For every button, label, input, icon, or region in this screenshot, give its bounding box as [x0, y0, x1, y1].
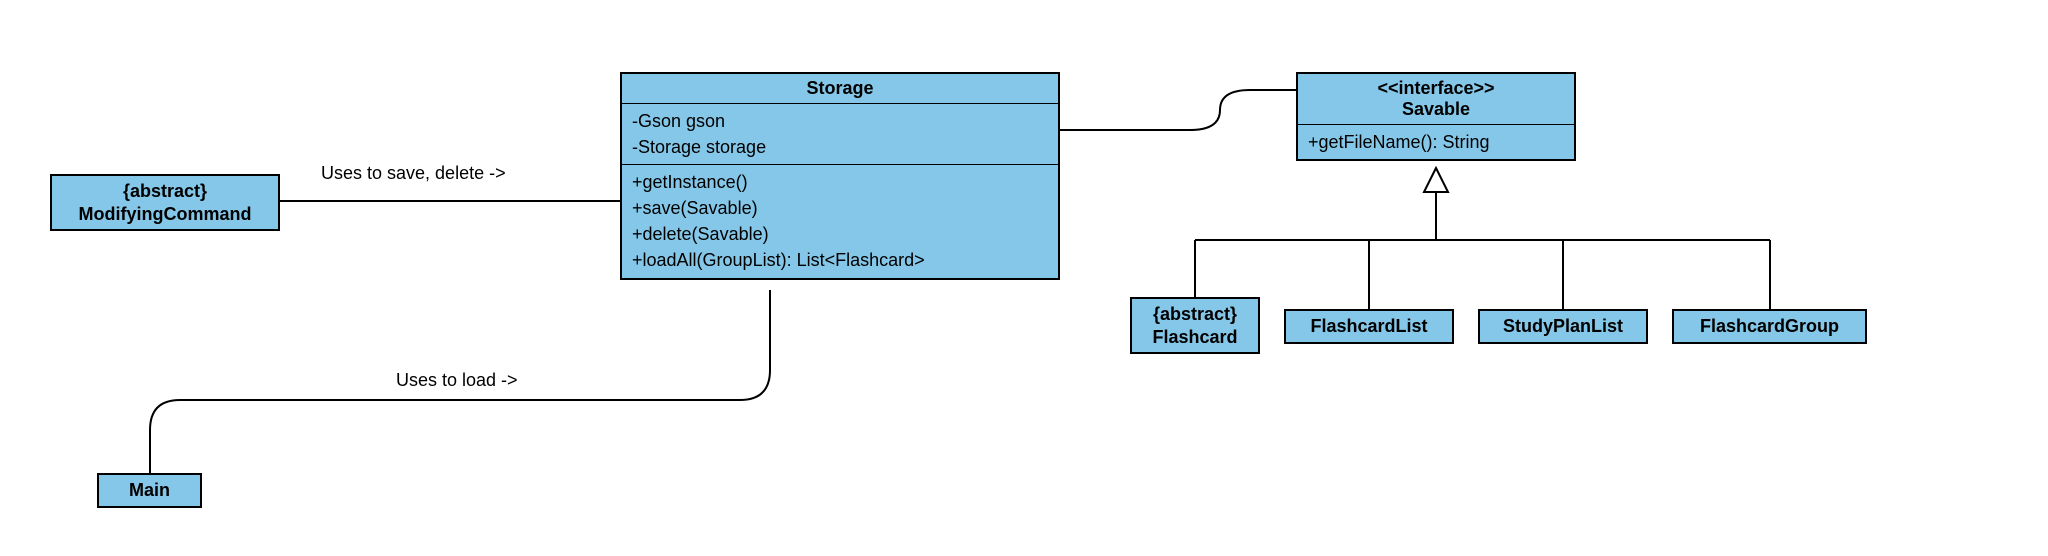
edge-storage-savable [1060, 90, 1296, 130]
uml-canvas: {abstract} ModifyingCommand Main Storage… [0, 0, 2048, 556]
connectors [0, 0, 2048, 556]
realization-arrowhead [1424, 168, 1448, 192]
edge-main-storage [150, 290, 770, 473]
